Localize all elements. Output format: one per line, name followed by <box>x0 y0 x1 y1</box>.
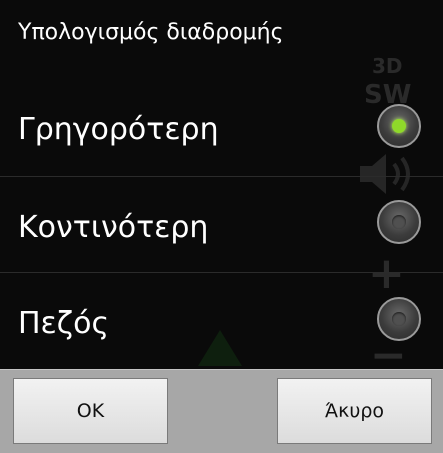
radio-indicator <box>392 119 406 133</box>
route-calculation-screen: 3D SW + − Υπολογισμός διαδρομής Γρηγορότ… <box>0 0 443 453</box>
option-fastest[interactable]: Γρηγορότερη <box>0 80 443 176</box>
radio-indicator <box>392 215 406 229</box>
ok-button[interactable]: OK <box>13 378 168 444</box>
option-label: Κοντινότερη <box>18 210 209 245</box>
option-pedestrian[interactable]: Πεζός <box>0 273 443 369</box>
option-label: Πεζός <box>18 306 110 341</box>
option-shortest[interactable]: Κοντινότερη <box>0 177 443 273</box>
radio-button[interactable] <box>377 200 421 244</box>
radio-button-selected[interactable] <box>377 104 421 148</box>
dialog-title: Υπολογισμός διαδρομής <box>18 20 284 45</box>
option-label: Γρηγορότερη <box>18 112 219 147</box>
dialog-button-bar: OK Άκυρο <box>0 369 443 453</box>
radio-button[interactable] <box>377 297 421 341</box>
cancel-button[interactable]: Άκυρο <box>277 378 432 444</box>
radio-indicator <box>392 312 406 326</box>
map-3d-label: 3D <box>372 54 403 78</box>
